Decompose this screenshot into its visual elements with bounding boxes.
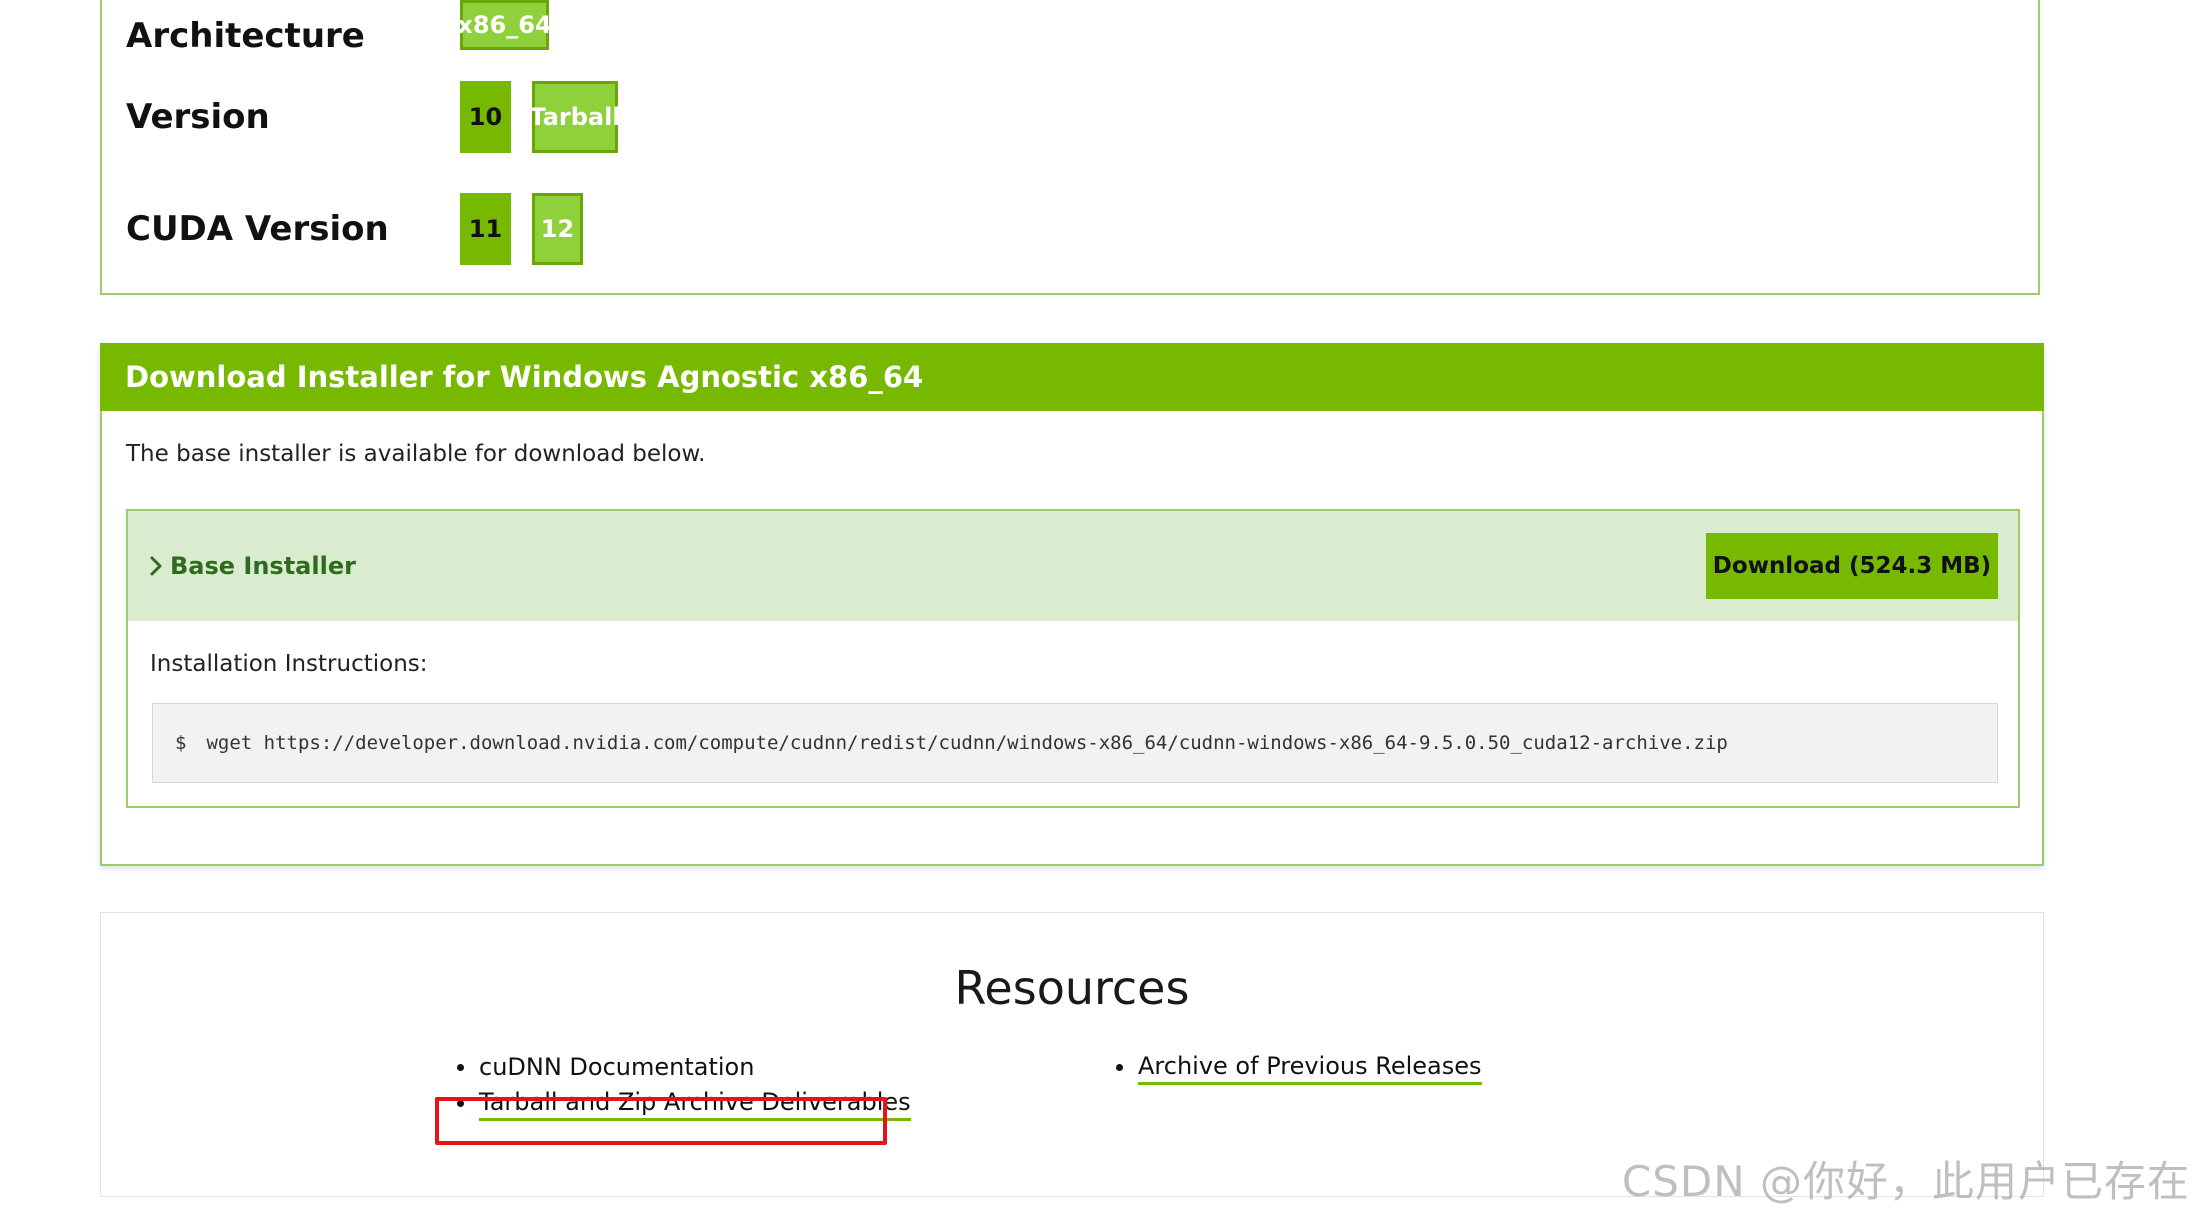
version-option-tarball[interactable]: Tarball [529,81,621,153]
install-command-box[interactable]: $ wget https://developer.download.nvidia… [152,703,1998,783]
resources-title: Resources [954,961,1190,1015]
architecture-option-x86-64[interactable]: x86_64 [457,0,552,50]
cuda-version-option-12[interactable]: 12 [532,193,583,265]
version-label: Version [126,97,270,137]
version-row: Version 10 Tarball [102,73,2038,153]
archive-previous-releases-link[interactable]: Archive of Previous Releases [1138,1052,1482,1085]
list-item: cuDNN Documentation [457,1050,911,1086]
cuda-version-label: CUDA Version [126,209,389,249]
download-description: The base installer is available for down… [126,441,706,467]
installation-instructions-label: Installation Instructions: [150,651,428,677]
cudnn-documentation-link[interactable]: cuDNN Documentation [479,1053,754,1083]
base-installer-toggle[interactable]: Base Installer [148,552,356,580]
watermark: CSDN @你好，此用户已存在 [1621,1157,2190,1206]
version-option-10[interactable]: 10 [460,81,511,153]
cuda-version-row: CUDA Version 11 12 [102,193,2038,267]
architecture-label: Architecture [126,16,365,56]
base-installer-box: Base Installer Download (524.3 MB) Insta… [126,509,2020,808]
bullet-icon [457,1064,464,1071]
command-prompt: $ [175,732,187,754]
base-installer-label: Base Installer [170,552,356,580]
cuda-version-option-11[interactable]: 11 [460,193,511,265]
platform-selector-panel: Architecture x86_64 Version 10 Tarball C… [100,0,2040,295]
install-command[interactable]: wget https://developer.download.nvidia.c… [206,732,1727,754]
download-header: Download Installer for Windows Agnostic … [100,343,2044,411]
resources-right-list: Archive of Previous Releases [1116,1050,1482,1086]
annotation-highlight-box [435,1097,887,1145]
list-item: Archive of Previous Releases [1116,1050,1482,1086]
bullet-icon [1116,1064,1123,1071]
page: Architecture x86_64 Version 10 Tarball C… [0,0,2196,1215]
download-button[interactable]: Download (524.3 MB) [1706,533,1998,599]
base-installer-header: Base Installer Download (524.3 MB) [128,511,2018,621]
architecture-row: Architecture x86_64 [102,0,2038,72]
download-installer-panel: Download Installer for Windows Agnostic … [100,343,2044,866]
chevron-right-icon [150,556,162,576]
download-title: Download Installer for Windows Agnostic … [125,360,924,394]
